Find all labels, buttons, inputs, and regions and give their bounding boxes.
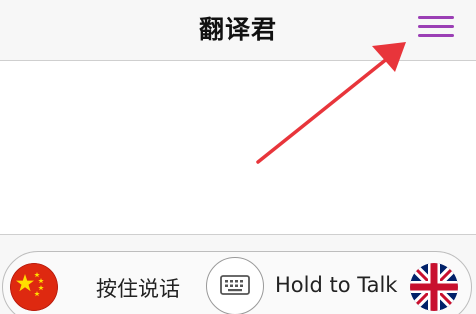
keyboard-icon [220, 275, 250, 295]
app-title: 翻译君 [198, 15, 277, 44]
menu-bar-middle [418, 25, 454, 28]
uk-flag-icon[interactable] [410, 263, 458, 311]
hamburger-menu-icon[interactable] [418, 14, 454, 40]
hold-to-talk-english-label[interactable]: Hold to Talk [275, 273, 397, 297]
translation-content-area [0, 61, 476, 234]
china-flag-icon[interactable] [10, 263, 58, 311]
menu-bar-bottom [418, 34, 454, 37]
hold-to-talk-chinese-label[interactable]: 按住说话 [96, 273, 180, 303]
menu-bar-top [418, 16, 454, 19]
talk-bar [0, 234, 476, 314]
translator-app: 翻译君 按住说话 Hold to Talk [0, 0, 476, 314]
top-navbar: 翻译君 [0, 0, 476, 61]
keyboard-toggle-button[interactable] [206, 257, 264, 314]
